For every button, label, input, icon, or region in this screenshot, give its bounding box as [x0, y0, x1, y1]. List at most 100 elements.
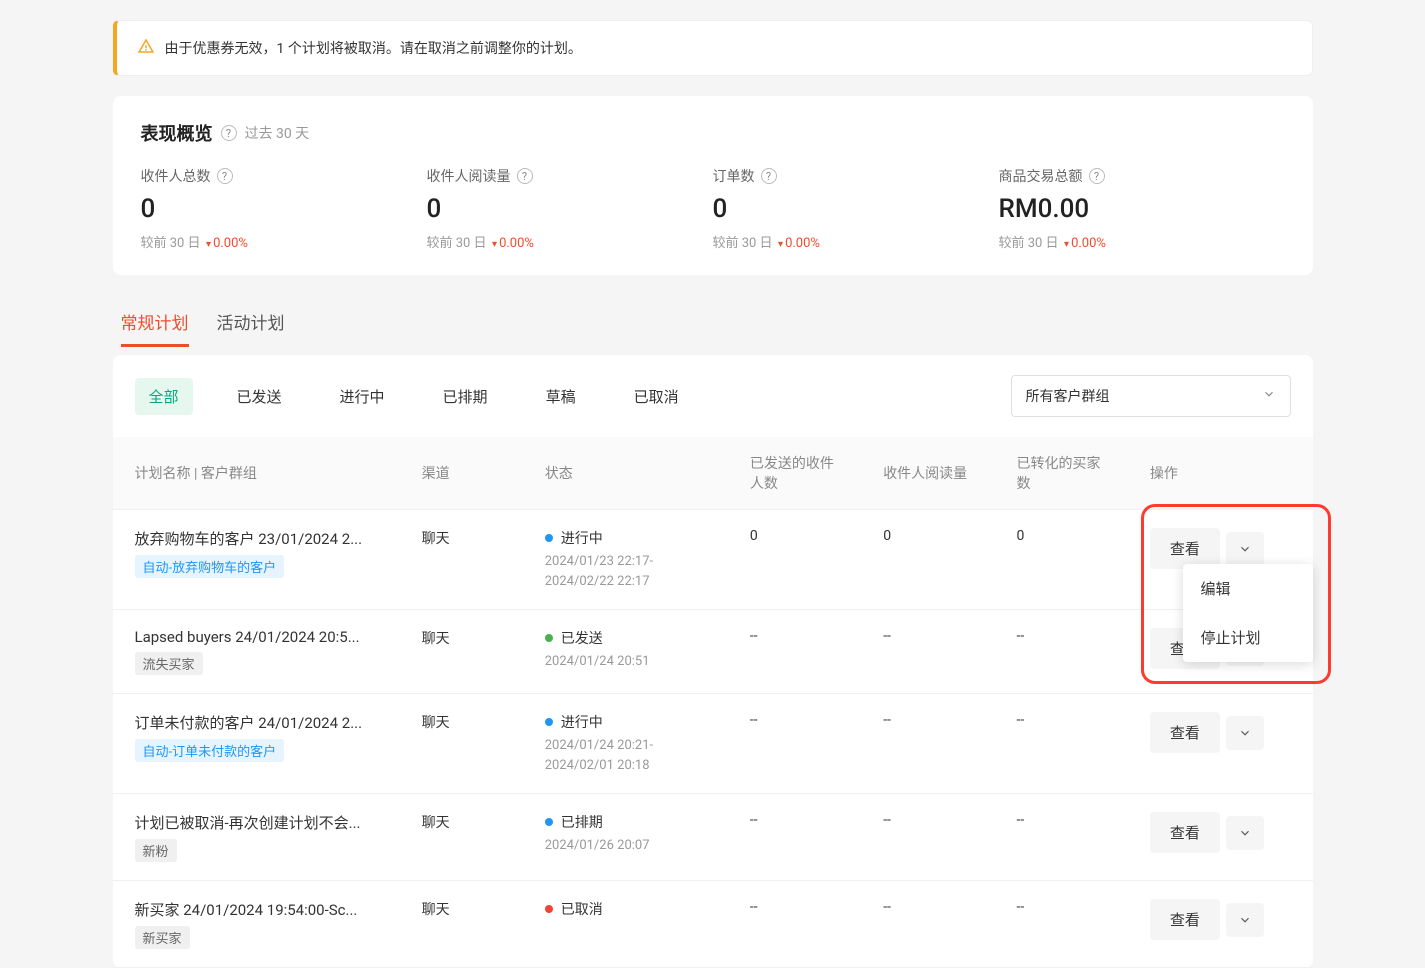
plan-tag: 自动-放弃购物车的客户	[135, 555, 285, 578]
chevron-down-icon	[1238, 726, 1252, 740]
filter-tab[interactable]: 已取消	[620, 378, 693, 415]
menu-item[interactable]: 停止计划	[1183, 613, 1313, 662]
metric: 收件人阅读量 ? 0 较前 30 日 ▾0.00%	[427, 166, 713, 251]
cell-converted: --	[995, 881, 1128, 968]
main-tab[interactable]: 活动计划	[217, 299, 285, 347]
cell-converted: --	[995, 794, 1128, 881]
plan-channel: 聊天	[400, 881, 523, 968]
help-icon[interactable]: ?	[517, 168, 533, 184]
view-button[interactable]: 查看	[1150, 812, 1220, 853]
plan-tag: 新买家	[135, 926, 190, 949]
chevron-down-icon	[1238, 542, 1252, 556]
metric-value: RM0.00	[999, 194, 1285, 224]
status-date: 2024/01/26 20:07	[545, 836, 706, 856]
overview-card: 表现概览 ? 过去 30 天 收件人总数 ? 0 较前 30 日 ▾0.00% …	[113, 96, 1313, 275]
th-actions: 操作	[1128, 437, 1313, 510]
status-text: 进行中	[561, 528, 603, 548]
metric-value: 0	[427, 194, 713, 224]
metric-compare-prefix: 较前 30 日	[999, 236, 1059, 251]
filter-tab[interactable]: 全部	[135, 378, 193, 415]
help-icon[interactable]: ?	[1089, 168, 1105, 184]
filter-tab[interactable]: 已发送	[223, 378, 296, 415]
plan-channel: 聊天	[400, 610, 523, 694]
delta-down-icon: ▾	[492, 239, 497, 250]
menu-item[interactable]: 编辑	[1183, 564, 1313, 613]
metric-delta: 0.00%	[499, 236, 534, 251]
customer-group-select[interactable]: 所有客户群组	[1011, 375, 1291, 417]
table-row: Lapsed buyers 24/01/2024 20:5... 流失买家 聊天…	[113, 610, 1313, 694]
delta-down-icon: ▾	[778, 239, 783, 250]
help-icon[interactable]: ?	[761, 168, 777, 184]
metric-label: 收件人阅读量	[427, 166, 511, 186]
metric-label: 收件人总数	[141, 166, 211, 186]
overview-subtitle: 过去 30 天	[245, 123, 310, 143]
filter-tab[interactable]: 草稿	[532, 378, 590, 415]
metric: 订单数 ? 0 较前 30 日 ▾0.00%	[713, 166, 999, 251]
chevron-down-icon	[1238, 913, 1252, 927]
cell-read: --	[861, 694, 994, 794]
status-date: 2024/02/01 20:18	[545, 756, 706, 776]
help-icon[interactable]: ?	[221, 125, 237, 141]
main-tab[interactable]: 常规计划	[121, 299, 189, 347]
plan-name: 订单未付款的客户 24/01/2024 2...	[135, 712, 378, 733]
status-date: 2024/02/22 22:17	[545, 572, 706, 592]
view-button[interactable]: 查看	[1150, 712, 1220, 753]
alert-text: 由于优惠券无效，1 个计划将被取消。请在取消之前调整你的计划。	[165, 38, 582, 58]
row-actions-dropdown-button[interactable]	[1226, 716, 1264, 750]
cell-sent: --	[728, 610, 861, 694]
status-dot-icon	[545, 905, 553, 913]
metric-delta: 0.00%	[213, 236, 248, 251]
cell-read: --	[861, 610, 994, 694]
status-date: 2024/01/23 22:17-	[545, 552, 706, 572]
cell-sent: --	[728, 694, 861, 794]
metric-delta: 0.00%	[1071, 236, 1106, 251]
status-text: 已排期	[561, 812, 603, 832]
row-actions-dropdown-button[interactable]	[1226, 816, 1264, 850]
cell-converted: 0	[995, 510, 1128, 610]
status-dot-icon	[545, 534, 553, 542]
metric-value: 0	[713, 194, 999, 224]
metric-compare-prefix: 较前 30 日	[713, 236, 773, 251]
row-actions-dropdown-button[interactable]	[1226, 532, 1264, 566]
th-channel: 渠道	[400, 437, 523, 510]
cell-converted: --	[995, 610, 1128, 694]
status-text: 已发送	[561, 628, 603, 648]
plan-tag: 流失买家	[135, 652, 203, 675]
filter-tab[interactable]: 进行中	[326, 378, 399, 415]
status-date: 2024/01/24 20:21-	[545, 736, 706, 756]
main-tabs: 常规计划活动计划	[93, 299, 1333, 347]
table-row: 计划已被取消-再次创建计划不会... 新粉 聊天 已排期 2024/01/26 …	[113, 794, 1313, 881]
plan-channel: 聊天	[400, 510, 523, 610]
metric-compare-prefix: 较前 30 日	[141, 236, 201, 251]
plans-table: 计划名称 | 客户群组 渠道 状态 已发送的收件人数 收件人阅读量 已转化的买家…	[113, 437, 1313, 968]
cell-read: --	[861, 794, 994, 881]
status-text: 进行中	[561, 712, 603, 732]
th-sent: 已发送的收件人数	[728, 437, 861, 510]
row-actions-dropdown-button[interactable]	[1226, 903, 1264, 937]
status-text: 已取消	[561, 899, 603, 919]
th-name: 计划名称 | 客户群组	[113, 437, 400, 510]
view-button[interactable]: 查看	[1150, 899, 1220, 940]
customer-group-selected: 所有客户群组	[1026, 386, 1110, 406]
chevron-down-icon	[1238, 826, 1252, 840]
table-row: 新买家 24/01/2024 19:54:00-Sc... 新买家 聊天 已取消…	[113, 881, 1313, 968]
delta-down-icon: ▾	[206, 239, 211, 250]
filter-tabs: 全部已发送进行中已排期草稿已取消	[135, 378, 1011, 415]
status-dot-icon	[545, 718, 553, 726]
metric-delta: 0.00%	[785, 236, 820, 251]
plan-tag: 新粉	[135, 839, 177, 862]
alert-banner: 由于优惠券无效，1 个计划将被取消。请在取消之前调整你的计划。	[113, 20, 1313, 76]
cell-sent: --	[728, 881, 861, 968]
metric-value: 0	[141, 194, 427, 224]
cell-read: 0	[861, 510, 994, 610]
warning-icon	[137, 37, 155, 59]
metric-label: 商品交易总额	[999, 166, 1083, 186]
plan-channel: 聊天	[400, 694, 523, 794]
filter-tab[interactable]: 已排期	[429, 378, 502, 415]
view-button[interactable]: 查看	[1150, 528, 1220, 569]
chevron-down-icon	[1262, 387, 1276, 405]
metric: 商品交易总额 ? RM0.00 较前 30 日 ▾0.00%	[999, 166, 1285, 251]
plan-channel: 聊天	[400, 794, 523, 881]
metric-label: 订单数	[713, 166, 755, 186]
help-icon[interactable]: ?	[217, 168, 233, 184]
